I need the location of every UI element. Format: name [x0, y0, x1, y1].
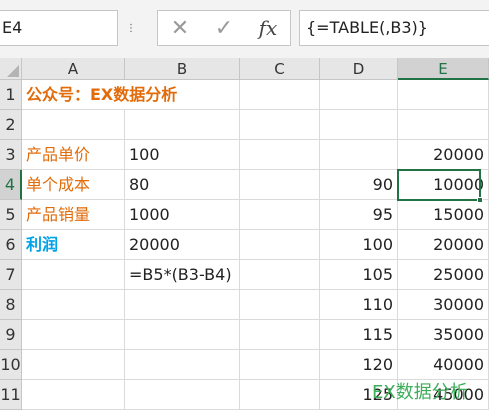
row-header-5[interactable]: 5 — [0, 200, 22, 230]
cell-a3[interactable]: 产品单价 — [22, 140, 125, 170]
formula-input[interactable]: {=TABLE(,B3)} — [299, 10, 489, 46]
cell-a2[interactable] — [22, 110, 125, 140]
active-cell-border — [397, 169, 481, 201]
cell-e3[interactable]: 20000 — [398, 140, 489, 170]
cell-d3[interactable] — [320, 140, 398, 170]
cell-c1[interactable] — [240, 80, 320, 110]
watermark: EX数据分析 — [372, 382, 468, 403]
cell-a11[interactable] — [22, 380, 125, 410]
cell-a10[interactable] — [22, 350, 125, 380]
column-header-e[interactable]: E — [398, 58, 489, 80]
row-header-10[interactable]: 10 — [0, 350, 22, 380]
cell-c9[interactable] — [240, 320, 320, 350]
cell-e7[interactable]: 25000 — [398, 260, 489, 290]
cell-c7[interactable] — [240, 260, 320, 290]
formula-tools: ✕ ✓ fx — [157, 10, 291, 46]
cell-d7[interactable]: 105 — [320, 260, 398, 290]
cell-a8[interactable] — [22, 290, 125, 320]
row-header-2[interactable]: 2 — [0, 110, 22, 140]
row-header-8[interactable]: 8 — [0, 290, 22, 320]
name-box-dropdown-icon[interactable]: ⋮ — [120, 10, 142, 46]
cell-c3[interactable] — [240, 140, 320, 170]
insert-function-icon[interactable]: fx — [246, 11, 290, 45]
cell-b3[interactable]: 100 — [125, 140, 240, 170]
cell-a5[interactable]: 产品销量 — [22, 200, 125, 230]
cell-b8[interactable] — [125, 290, 240, 320]
formula-bar-area: E4 ⋮ ✕ ✓ fx {=TABLE(,B3)} — [0, 0, 489, 58]
cell-a6[interactable]: 利润 — [22, 230, 125, 260]
cell-a7[interactable] — [22, 260, 125, 290]
row-header-11[interactable]: 11 — [0, 380, 22, 410]
cell-b4[interactable]: 80 — [125, 170, 240, 200]
cell-e10[interactable]: 40000 — [398, 350, 489, 380]
cell-c8[interactable] — [240, 290, 320, 320]
cell-e2[interactable] — [398, 110, 489, 140]
cell-b10[interactable] — [125, 350, 240, 380]
cell-c4[interactable] — [240, 170, 320, 200]
cell-e5[interactable]: 15000 — [398, 200, 489, 230]
cell-b7[interactable]: =B5*(B3-B4) — [125, 260, 240, 290]
name-box[interactable]: E4 — [0, 10, 118, 46]
row-header-9[interactable]: 9 — [0, 320, 22, 350]
row-header-7[interactable]: 7 — [0, 260, 22, 290]
cell-b9[interactable] — [125, 320, 240, 350]
cell-d2[interactable] — [320, 110, 398, 140]
cell-c10[interactable] — [240, 350, 320, 380]
cell-c6[interactable] — [240, 230, 320, 260]
fill-handle[interactable] — [477, 197, 483, 203]
cell-d5[interactable]: 95 — [320, 200, 398, 230]
select-all-corner[interactable] — [0, 58, 22, 80]
row-header-6[interactable]: 6 — [0, 230, 22, 260]
cell-c11[interactable] — [240, 380, 320, 410]
row-header-3[interactable]: 3 — [0, 140, 22, 170]
cell-d1[interactable] — [320, 80, 398, 110]
cell-d6[interactable]: 100 — [320, 230, 398, 260]
cell-d10[interactable]: 120 — [320, 350, 398, 380]
cancel-icon[interactable]: ✕ — [158, 11, 202, 45]
cell-d4[interactable]: 90 — [320, 170, 398, 200]
cell-a1[interactable]: 公众号：EX数据分析 — [22, 80, 177, 110]
cell-c2[interactable] — [240, 110, 320, 140]
cell-e1[interactable] — [398, 80, 489, 110]
column-header-c[interactable]: C — [240, 58, 320, 80]
cell-c5[interactable] — [240, 200, 320, 230]
row-header-1[interactable]: 1 — [0, 80, 22, 110]
cell-b6[interactable]: 20000 — [125, 230, 240, 260]
row-header-4[interactable]: 4 — [0, 170, 22, 200]
cell-e9[interactable]: 35000 — [398, 320, 489, 350]
cell-b2[interactable] — [125, 110, 240, 140]
cell-b1[interactable] — [125, 80, 240, 110]
column-header-a[interactable]: A — [22, 58, 125, 80]
cell-b11[interactable] — [125, 380, 240, 410]
enter-check-icon[interactable]: ✓ — [202, 11, 246, 45]
cell-a9[interactable] — [22, 320, 125, 350]
cell-d9[interactable]: 115 — [320, 320, 398, 350]
cell-e6[interactable]: 20000 — [398, 230, 489, 260]
cell-d8[interactable]: 110 — [320, 290, 398, 320]
cell-b5[interactable]: 1000 — [125, 200, 240, 230]
column-header-b[interactable]: B — [125, 58, 240, 80]
column-header-d[interactable]: D — [320, 58, 398, 80]
cell-e8[interactable]: 30000 — [398, 290, 489, 320]
cell-a4[interactable]: 单个成本 — [22, 170, 125, 200]
